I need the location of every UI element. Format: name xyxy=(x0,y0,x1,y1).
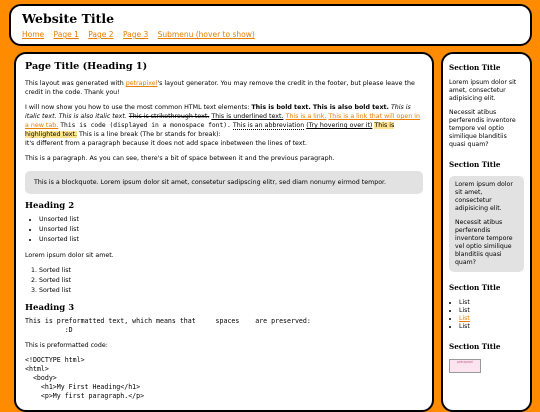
bold-text: This is bold text. xyxy=(251,104,311,111)
sidebar: Section Title Lorem ipsum dolor sit amet… xyxy=(441,52,532,412)
list-item: List xyxy=(459,299,524,307)
site-title: Website Title xyxy=(22,11,115,26)
sidebar-list: List List List List xyxy=(449,299,524,331)
unsorted-list: Unsorted list Unsorted list Unsorted lis… xyxy=(25,215,423,245)
nav-page3-link[interactable]: Page 3 xyxy=(123,30,148,39)
underlined-text: This is underlined text. xyxy=(211,113,284,120)
preformatted-code-label: This is preformatted code: xyxy=(25,342,108,349)
list-item: Unsorted list xyxy=(39,235,423,245)
list-item: Sorted list xyxy=(39,276,423,286)
abbreviation[interactable]: This is an abbreviation xyxy=(232,122,305,130)
example-link[interactable]: This is a link. xyxy=(286,113,327,120)
strikethrough-text: This is strikethrough text. xyxy=(128,113,210,120)
bold-text-2: This is also bold text. xyxy=(312,104,389,111)
line-break-text: This is a line break (The br stands for … xyxy=(79,131,221,138)
sidebar-list-link[interactable]: List xyxy=(459,315,470,322)
petrapixel-link[interactable]: petrapixel xyxy=(126,80,158,87)
section-text: Necessit atibus perferendis inventore te… xyxy=(449,109,516,148)
nav-home-link[interactable]: Home xyxy=(22,30,44,39)
list-item: List xyxy=(459,323,524,331)
intro-paragraph: This layout was generated with petrapixe… xyxy=(25,79,423,97)
list-item: List xyxy=(459,315,524,323)
section-text: Lorem ipsum dolor sit amet, consectetur … xyxy=(455,181,513,212)
section-title: Section Title xyxy=(449,283,501,292)
sidebar-section: Section Title List List List List xyxy=(449,284,524,331)
section-text: Necessit atibus perferendis inventore te… xyxy=(455,219,513,266)
section-title: Section Title xyxy=(449,160,501,169)
italic-text-2: This is also italic text. xyxy=(58,113,127,120)
text-elements-paragraph: I will now show you how to use the most … xyxy=(25,103,423,148)
intro-text: This layout was generated with xyxy=(25,80,126,87)
list-item: Unsorted list xyxy=(39,225,423,235)
list-item: Sorted list xyxy=(39,266,423,276)
petrapixel-badge[interactable]: petrapixel xyxy=(449,359,481,373)
section-title: Section Title xyxy=(449,63,501,72)
nav-page1-link[interactable]: Page 1 xyxy=(54,30,79,39)
abbreviation-hint: (Try hovering over it) xyxy=(306,122,373,129)
heading-2: Heading 2 xyxy=(25,201,75,211)
heading-3: Heading 3 xyxy=(25,303,75,313)
blockquote: This is a blockquote. Lorem ipsum dolor … xyxy=(25,171,423,194)
new-line-text: It's different from a paragraph because … xyxy=(25,140,307,147)
sidebar-section: Section Title Lorem ipsum dolor sit amet… xyxy=(449,64,524,149)
main-content: Page Title (Heading 1) This layout was g… xyxy=(14,52,434,412)
sidebar-highlight-box: Lorem ipsum dolor sit amet, consectetur … xyxy=(449,176,524,272)
top-nav: Home Page 1 Page 2 Page 3 Submenu (hover… xyxy=(22,30,519,39)
nav-page2-link[interactable]: Page 2 xyxy=(88,30,113,39)
sorted-list: Sorted list Sorted list Sorted list xyxy=(25,266,423,296)
list-item: Sorted list xyxy=(39,286,423,296)
preformatted-text: This is preformatted text, which means t… xyxy=(25,317,311,334)
sidebar-section: Section Title petrapixel xyxy=(449,343,524,373)
code-text: This is code (displayed in a monospace f… xyxy=(60,122,231,129)
list-item: List xyxy=(459,307,524,315)
section-title: Section Title xyxy=(449,342,501,351)
nav-submenu-link[interactable]: Submenu (hover to show) xyxy=(158,30,255,39)
text-elements-intro: I will now show you how to use the most … xyxy=(25,104,252,111)
preformatted-code: <!DOCTYPE html> <html> <body> <h1>My Fir… xyxy=(25,356,145,400)
page-title: Page Title (Heading 1) xyxy=(25,61,148,72)
lorem-paragraph: Lorem ipsum dolor sit amet. xyxy=(25,252,114,259)
site-header: Website Title Home Page 1 Page 2 Page 3 … xyxy=(9,4,532,46)
list-item: Unsorted list xyxy=(39,215,423,225)
paragraph: This is a paragraph. As you can see, the… xyxy=(25,155,335,162)
sidebar-section: Section Title Lorem ipsum dolor sit amet… xyxy=(449,161,524,272)
section-text: Lorem ipsum dolor sit amet, consectetur … xyxy=(449,79,517,102)
